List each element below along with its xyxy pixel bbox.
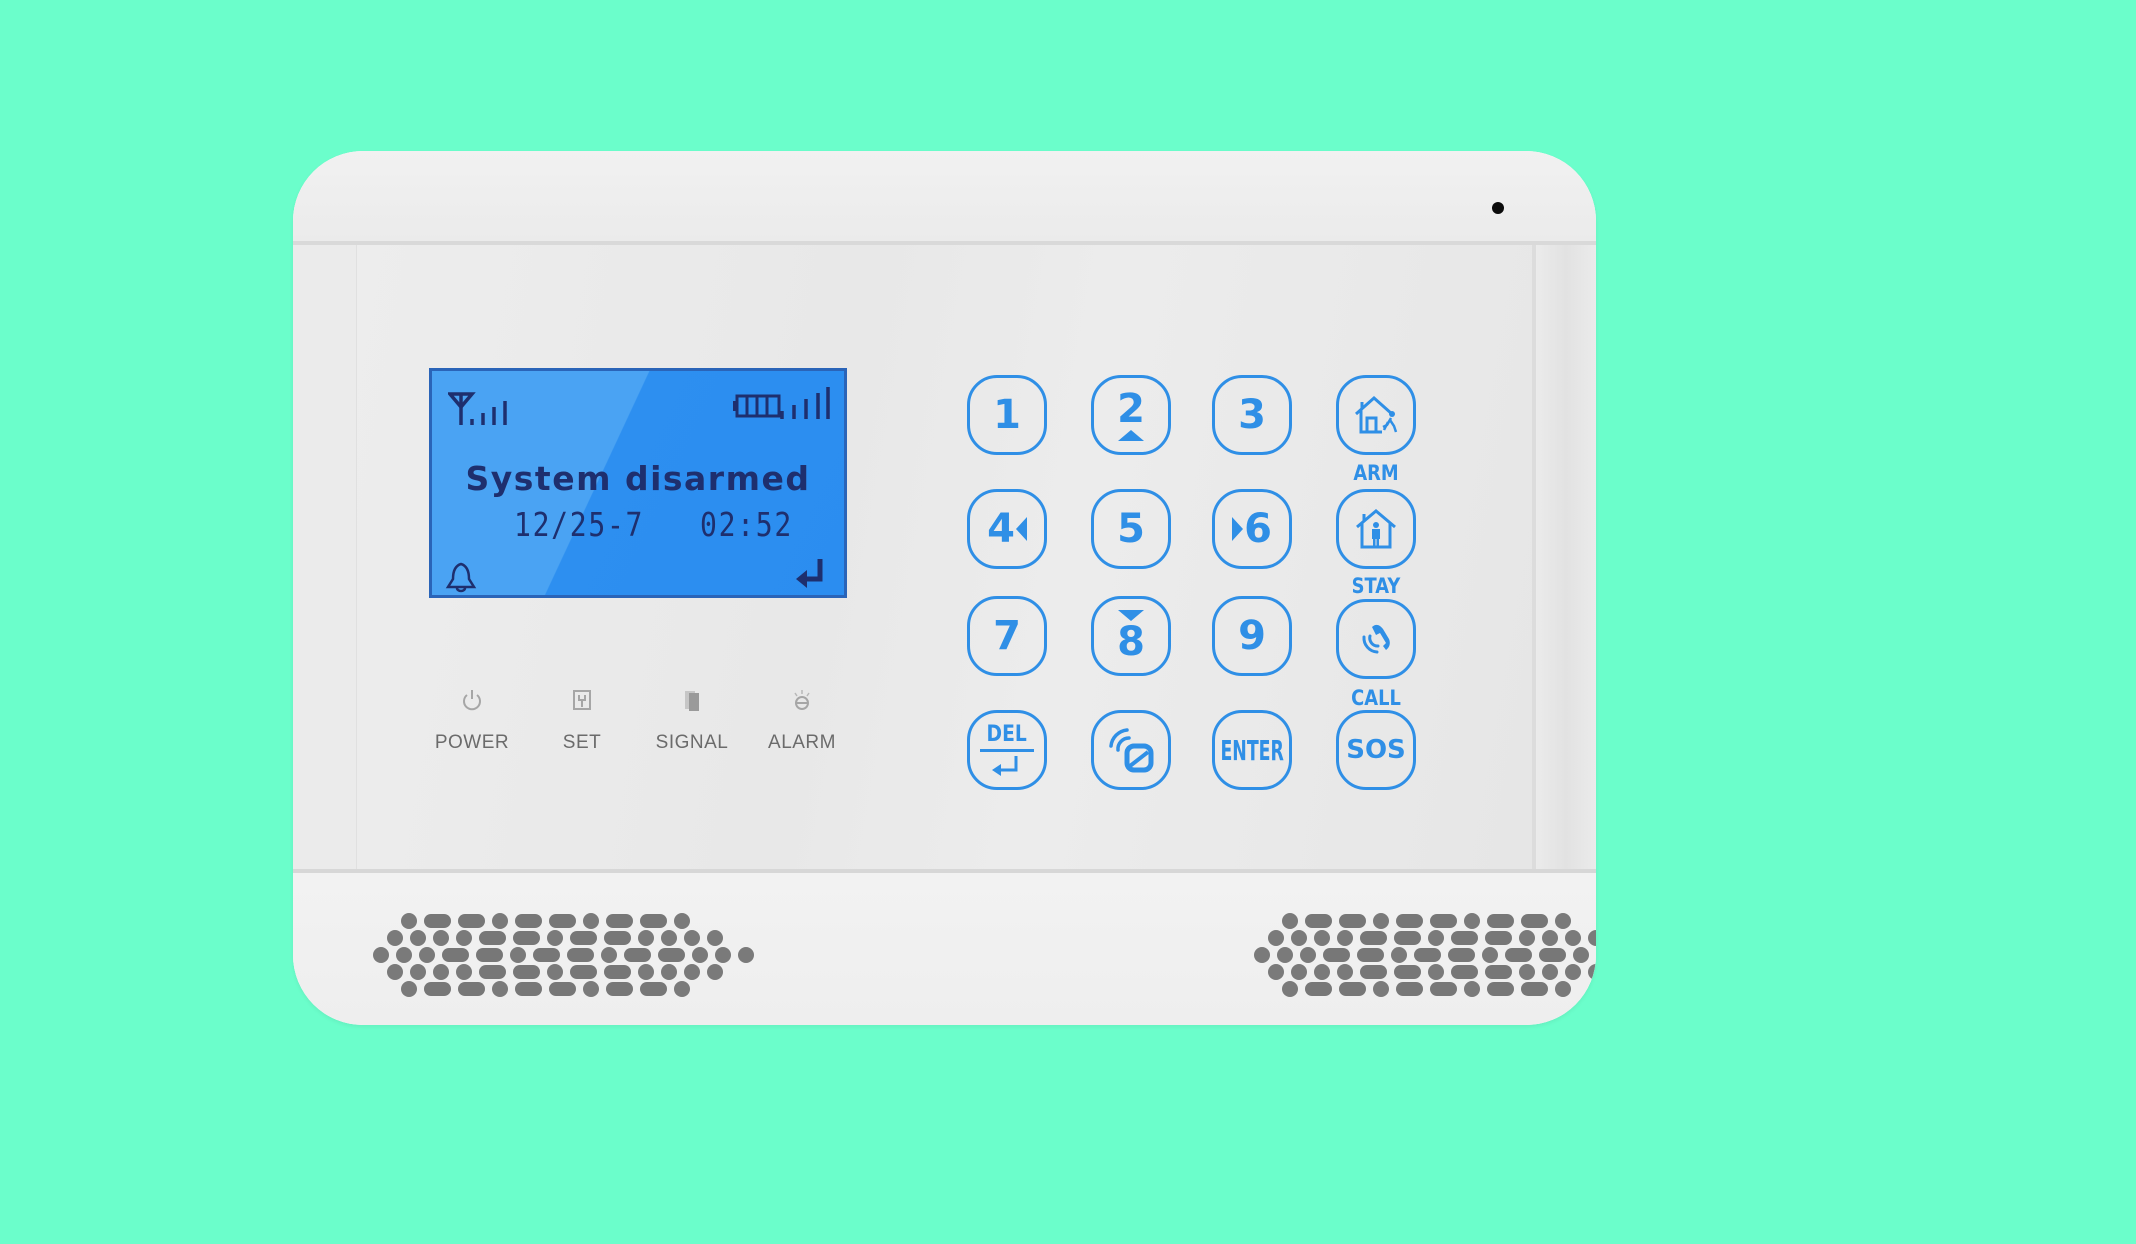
key-3[interactable]: 3	[1212, 375, 1292, 455]
indicator-label: ALARM	[768, 732, 836, 753]
call-label: CALL	[1351, 686, 1401, 710]
del-divider	[980, 748, 1034, 752]
key-0[interactable]: 0	[1091, 710, 1171, 790]
battery-icon	[733, 394, 781, 418]
lcd-screen: System disarmed 12/25-7 02:52	[429, 368, 847, 598]
alarm-panel-device: System disarmed 12/25-7 02:52 POWER SET	[293, 151, 1596, 1025]
key-9[interactable]: 9	[1212, 596, 1292, 676]
signal-icon	[685, 691, 699, 711]
wireless-zero-icon	[1109, 728, 1154, 773]
key-6-right[interactable]: 6	[1212, 489, 1292, 569]
bell-icon	[445, 562, 477, 593]
back-arrow-icon	[992, 755, 1018, 776]
indicator-power: POWER	[417, 688, 527, 754]
arrow-left-icon	[1015, 517, 1027, 541]
arrow-up-icon	[1118, 430, 1144, 441]
arm-stay-icon	[1356, 509, 1396, 549]
face-side-strip	[1536, 245, 1596, 869]
power-icon	[463, 690, 481, 711]
arm-label: ARM	[1353, 461, 1399, 485]
indicator-set: SET	[527, 688, 637, 754]
key-1[interactable]: 1	[967, 375, 1047, 455]
key-7[interactable]: 7	[967, 596, 1047, 676]
indicator-alarm: ALARM	[747, 688, 857, 754]
key-label: 5	[1117, 506, 1145, 552]
key-4-left[interactable]: 4	[967, 489, 1047, 569]
key-label: DEL	[986, 721, 1028, 747]
key-del[interactable]: DEL	[967, 710, 1047, 790]
key-label: 1	[993, 392, 1021, 438]
camera-lens-icon	[1492, 202, 1504, 214]
key-enter[interactable]: ENTER	[1212, 710, 1292, 790]
arrow-right-icon	[1232, 517, 1244, 541]
key-label: 2	[1117, 386, 1145, 432]
indicator-label: SET	[562, 732, 602, 753]
key-label: 4	[987, 506, 1015, 552]
antenna-signal-icon	[448, 392, 507, 425]
key-label: SOS	[1346, 735, 1406, 765]
lcd-time: 02:52	[700, 505, 793, 544]
indicator-label: SIGNAL	[655, 732, 729, 753]
stay-label: STAY	[1351, 574, 1401, 598]
key-5[interactable]: 5	[1091, 489, 1171, 569]
key-call[interactable]	[1336, 599, 1416, 679]
arm-away-icon	[1355, 395, 1398, 434]
key-label: 6	[1244, 506, 1272, 552]
settings-icon	[573, 690, 591, 710]
key-sos[interactable]: SOS	[1336, 710, 1416, 790]
key-label: 9	[1238, 613, 1266, 659]
key-8-down[interactable]: 8	[1091, 596, 1171, 676]
lcd-date: 12/25-7	[514, 505, 645, 544]
enter-arrow-icon	[796, 559, 823, 588]
signal-bars-icon	[780, 387, 830, 419]
key-arm[interactable]	[1336, 375, 1416, 455]
key-label: ENTER	[1220, 733, 1284, 767]
key-label: 8	[1117, 619, 1145, 665]
key-label: 3	[1238, 392, 1266, 438]
key-2-up[interactable]: 2	[1091, 375, 1171, 455]
phone-icon	[1362, 624, 1390, 654]
key-label: 7	[993, 613, 1021, 659]
indicator-label: POWER	[434, 732, 510, 753]
alarm-icon	[794, 690, 810, 710]
lcd-status-text: System disarmed	[465, 459, 811, 498]
key-stay[interactable]	[1336, 489, 1416, 569]
top-band	[293, 151, 1596, 245]
indicator-signal: SIGNAL	[637, 688, 747, 754]
